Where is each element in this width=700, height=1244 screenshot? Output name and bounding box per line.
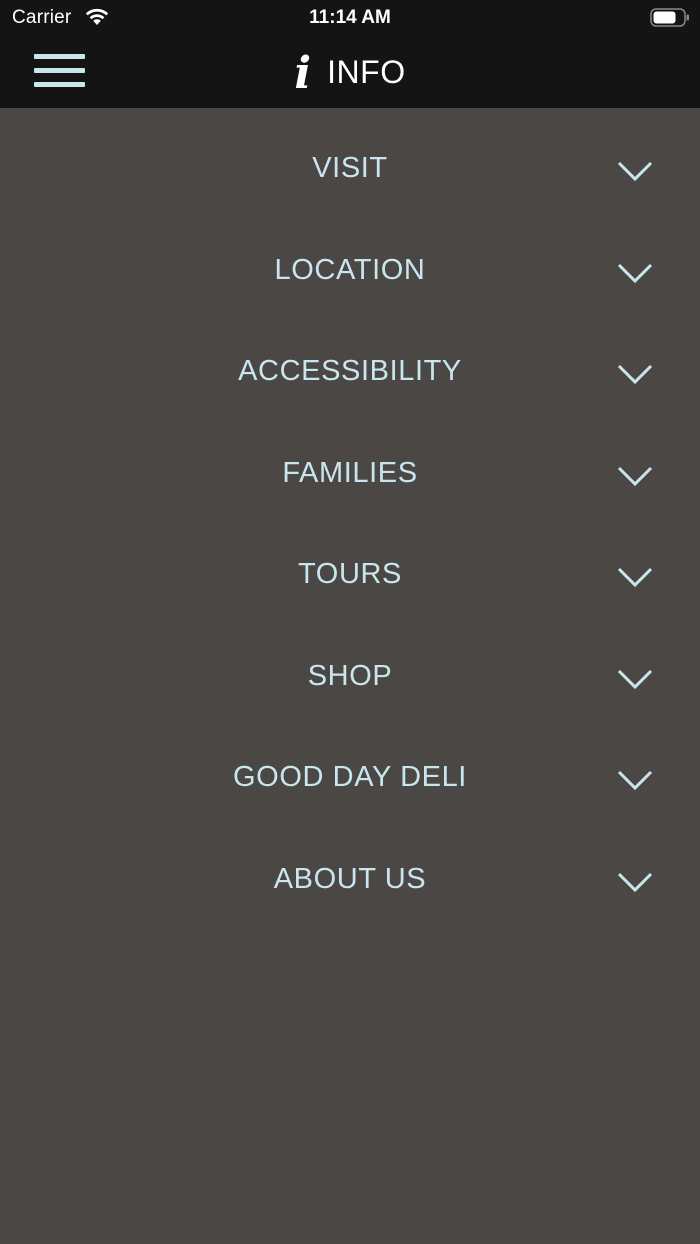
menu-item-visit[interactable]: VISIT <box>0 122 700 224</box>
menu-item-label: VISIT <box>312 152 388 184</box>
page-title: INFO <box>327 53 406 90</box>
menu-item-shop[interactable]: SHOP <box>0 630 700 732</box>
menu-item-label: ACCESSIBILITY <box>238 355 462 387</box>
menu-item-label: TOURS <box>298 558 402 590</box>
menu-item-about-us[interactable]: ABOUT US <box>0 833 700 935</box>
menu-item-label: LOCATION <box>274 253 426 286</box>
navigation-bar: i INFO <box>0 36 700 108</box>
menu-item-accessibility[interactable]: ACCESSIBILITY <box>0 325 700 427</box>
menu-item-label: ABOUT US <box>273 862 427 895</box>
menu-item-good-day-deli[interactable]: GOOD DAY DELI <box>0 731 700 833</box>
page-title-group: i INFO <box>0 36 700 108</box>
battery-icon <box>650 8 689 27</box>
info-menu-list: VISIT LOCATION ACCESSIBILITY FAMILIES TO… <box>0 122 700 934</box>
chevron-down-icon <box>617 872 653 892</box>
chevron-down-icon <box>617 567 653 588</box>
chevron-down-icon <box>617 770 653 791</box>
chevron-down-icon <box>617 364 653 385</box>
menu-item-location[interactable]: LOCATION <box>0 224 700 326</box>
top-bar: Carrier 11:14 AM i INFO <box>0 0 700 108</box>
menu-item-families[interactable]: FAMILIES <box>0 427 700 529</box>
chevron-down-icon <box>617 466 653 486</box>
menu-item-label: FAMILIES <box>282 456 418 489</box>
chevron-down-icon <box>617 161 653 182</box>
chevron-down-icon <box>617 669 653 689</box>
chevron-down-icon <box>617 263 653 283</box>
clock: 11:14 AM <box>309 7 391 28</box>
menu-item-tours[interactable]: TOURS <box>0 528 700 630</box>
info-icon: i <box>294 48 312 99</box>
status-bar: Carrier 11:14 AM <box>0 0 700 36</box>
menu-item-label: SHOP <box>307 659 393 692</box>
menu-item-label: GOOD DAY DELI <box>233 761 467 793</box>
